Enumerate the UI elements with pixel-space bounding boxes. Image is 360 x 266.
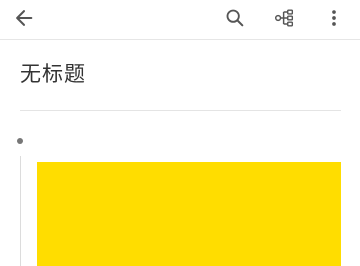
arrow-left-icon [13, 7, 35, 29]
mindmap-icon [274, 7, 296, 29]
more-options-button[interactable] [316, 2, 352, 34]
outline-child-guide-line [20, 156, 21, 266]
top-toolbar [0, 0, 360, 40]
mindmap-button[interactable] [267, 2, 303, 34]
more-vertical-icon [323, 7, 345, 29]
document-editor-screen: 无标题 [0, 0, 360, 266]
outline-bullet[interactable] [17, 138, 23, 144]
document-title[interactable]: 无标题 [20, 58, 86, 90]
title-divider [20, 110, 341, 111]
back-button[interactable] [6, 2, 42, 34]
embedded-image[interactable] [37, 162, 341, 266]
search-button[interactable] [217, 2, 253, 34]
search-icon [224, 7, 246, 29]
